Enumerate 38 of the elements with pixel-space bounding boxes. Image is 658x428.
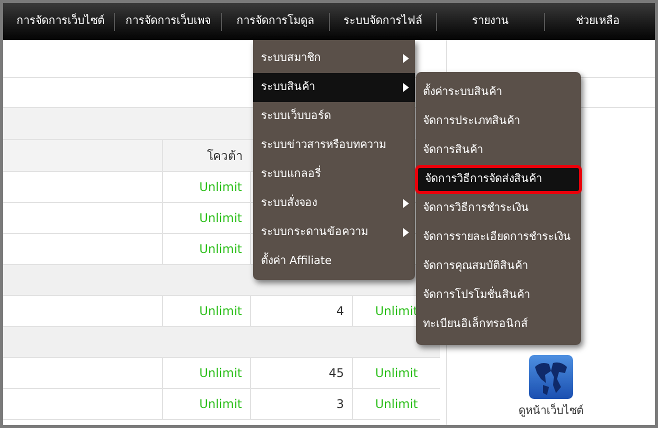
submenu-item[interactable]: จัดการโปรโมชั่นสินค้า — [416, 281, 581, 310]
table-cell-text: Unlimit — [375, 365, 418, 382]
globe-icon[interactable] — [529, 354, 573, 398]
nav-tab[interactable]: การจัดการเว็บเพจ — [114, 3, 221, 40]
table-cell-text: Unlimit — [199, 179, 242, 196]
menu-item[interactable]: ระบบกระดานข้อความ — [253, 218, 415, 247]
nav-tab[interactable]: การจัดการเว็บไซต์ — [7, 3, 114, 40]
table-cell-text: Unlimit — [199, 303, 242, 320]
menu-item[interactable]: ระบบสินค้า — [253, 73, 415, 102]
table-cell-text: 3 — [336, 396, 344, 413]
nav-tab[interactable]: ช่วยเหลือ — [544, 3, 651, 40]
table-cell-text: Unlimit — [199, 241, 242, 258]
nav-tab[interactable]: รายงาน — [437, 3, 544, 40]
table-cell-text: Unlimit — [375, 396, 418, 413]
table-cell-text: Unlimit — [375, 303, 418, 320]
column-header: โควต้า — [206, 148, 244, 164]
submenu-item[interactable]: จัดการรายละเอียดการชำระเงิน — [416, 223, 581, 252]
menu-item[interactable]: ระบบเว็บบอร์ด — [253, 102, 415, 131]
menu-item[interactable]: ระบบแกลอรี่ — [253, 160, 415, 189]
menu-item[interactable]: ระบบสั่งจอง — [253, 189, 415, 218]
submenu-item[interactable]: จัดการประเภทสินค้า — [416, 107, 581, 136]
table-cell-text: Unlimit — [199, 210, 242, 227]
table-cell-text: 4 — [336, 303, 344, 320]
table-cell-text: Unlimit — [199, 396, 242, 413]
submenu-item[interactable]: ตั้งค่าระบบสินค้า — [416, 78, 581, 107]
submenu-item[interactable]: ทะเบียนอิเล็กทรอนิกส์ — [416, 310, 581, 339]
submenu-item[interactable]: จัดการวิธีการชำระเงิน — [416, 194, 581, 223]
table-cell-text: 45 — [328, 365, 344, 382]
menu-item[interactable]: ระบบข่าวสารหรือบทความ — [253, 131, 415, 160]
menu-item[interactable]: ตั้งค่า Affiliate — [253, 247, 415, 276]
table-cell-text: Unlimit — [199, 365, 242, 382]
submenu-item[interactable]: จัดการวิธีการจัดส่งสินค้า — [415, 165, 582, 194]
nav-tab[interactable]: ระบบจัดการไฟล์ — [330, 3, 436, 40]
menu-item[interactable]: ระบบสมาชิก — [253, 44, 415, 73]
nav-tab[interactable]: การจัดการโมดูล — [222, 3, 328, 40]
submenu-item[interactable]: จัดการคุณสมบัติสินค้า — [416, 252, 581, 281]
shortcut-label[interactable]: ดูหน้าเว็บไซต์ — [518, 402, 584, 419]
submenu-item[interactable]: จัดการสินค้า — [416, 136, 581, 165]
